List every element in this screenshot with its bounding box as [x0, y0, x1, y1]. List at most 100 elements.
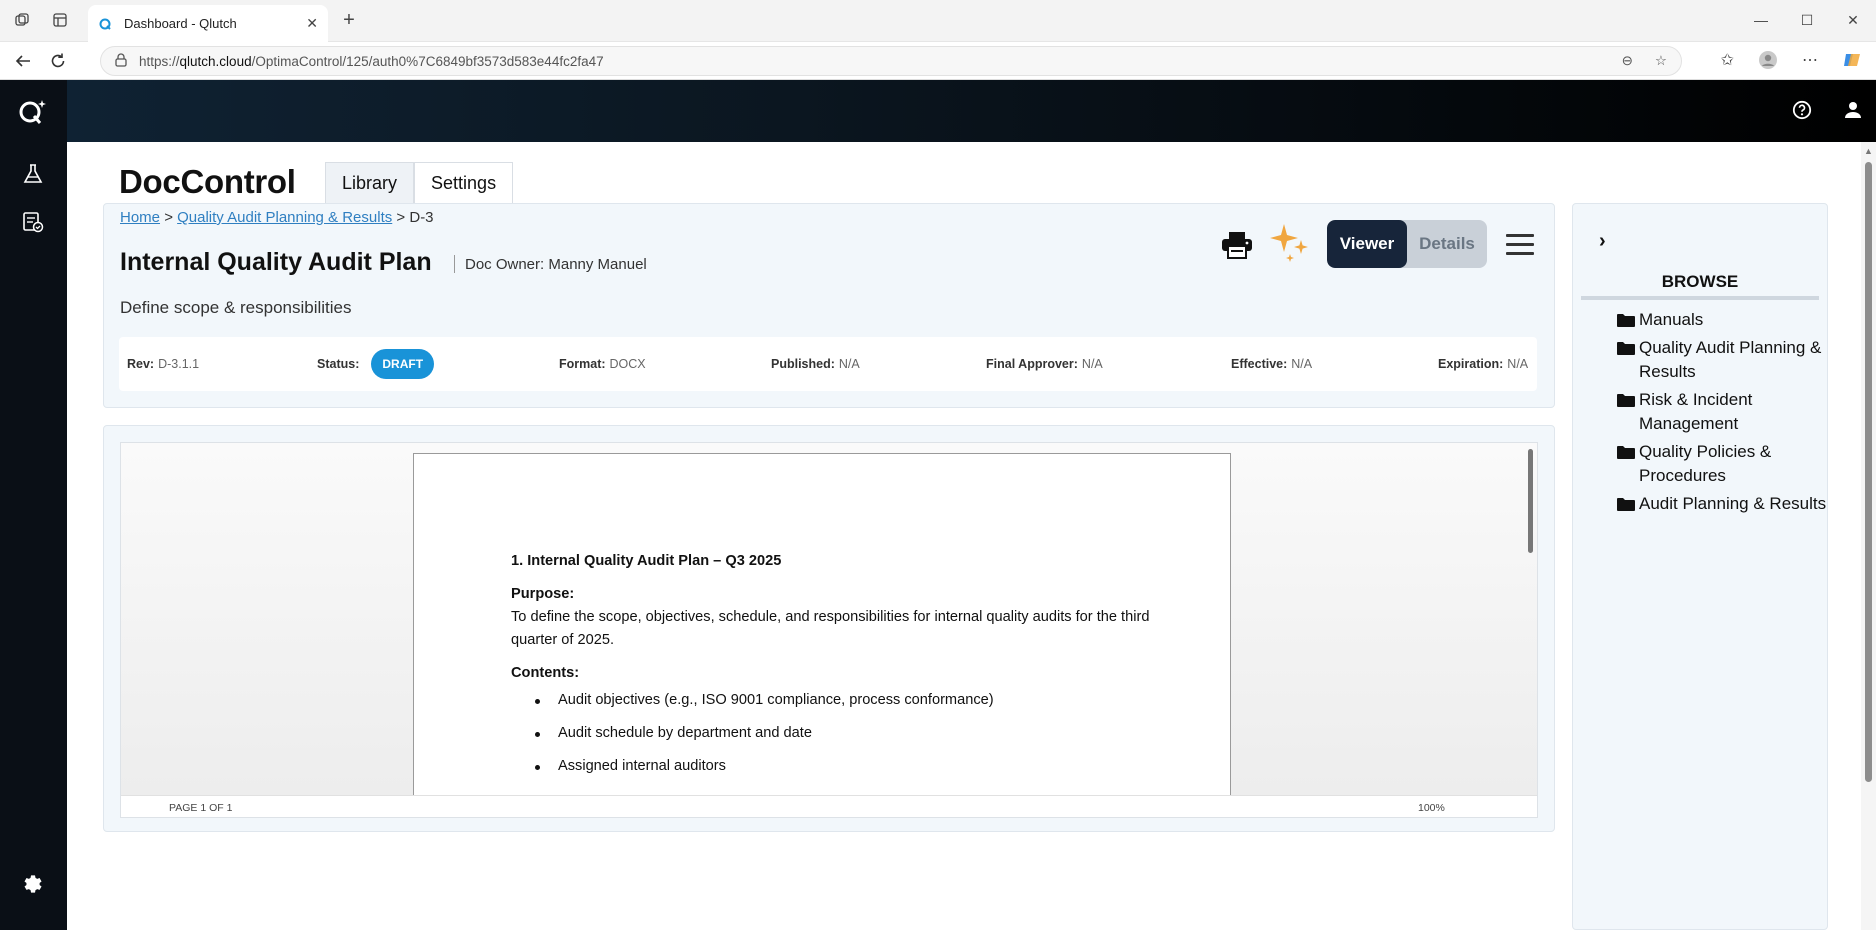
minimize-window-icon[interactable]: — [1738, 0, 1784, 40]
rev-value: D-3.1.1 [158, 357, 200, 371]
document-page: 1. Internal Quality Audit Plan – Q3 2025… [413, 453, 1231, 817]
close-window-icon[interactable]: ✕ [1830, 0, 1876, 40]
qlutch-logo-icon[interactable] [18, 97, 48, 127]
list-item: Assigned internal auditors [511, 755, 1151, 778]
document-owner-text: Doc Owner: Manny Manuel [465, 255, 647, 273]
folder-label: Quality Policies & Procedures [1639, 442, 1772, 485]
browser-tab-title: Dashboard - Qlutch [124, 16, 237, 31]
document-title: Internal Quality Audit Plan [120, 248, 432, 276]
folder-icon [1617, 498, 1635, 511]
favorites-icon[interactable]: ✩ [1721, 50, 1734, 75]
purpose-label: Purpose: [511, 586, 575, 602]
folder-item-risk-incident[interactable]: Risk & Incident Management [1617, 388, 1827, 436]
reader-options-icon[interactable]: ⊖ [1622, 53, 1633, 69]
browser-tab-dashboard[interactable]: Dashboard - Qlutch ✕ [88, 5, 328, 42]
app-topbar [67, 80, 1876, 142]
folder-item-manuals[interactable]: Manuals [1617, 308, 1827, 332]
status-label: Status: [317, 357, 360, 371]
final-approver-value: N/A [1081, 357, 1103, 371]
folder-icon [1617, 314, 1635, 327]
viewer-scrollbar[interactable] [1528, 449, 1533, 553]
folder-item-quality-audit-planning[interactable]: Quality Audit Planning & Results [1617, 336, 1827, 384]
final-approver-label: Final Approver: [986, 357, 1078, 371]
more-options-icon[interactable]: ⋯ [1802, 50, 1818, 75]
contents-list: Audit objectives (e.g., ISO 9001 complia… [511, 689, 1151, 778]
viewer-details-toggle: Viewer Details [1327, 220, 1487, 268]
url-field[interactable]: https://qlutch.cloud/OptimaControl/125/a… [100, 46, 1682, 76]
url-prefix: https:// [139, 53, 180, 69]
doc-control-icon[interactable] [18, 207, 48, 237]
page-indicator: PAGE 1 OF 1 [169, 802, 233, 814]
expiration-label: Expiration: [1438, 357, 1504, 371]
list-item: Audit objectives (e.g., ISO 9001 complia… [511, 689, 1151, 712]
settings-gear-icon[interactable] [21, 872, 45, 896]
ai-assist-button[interactable] [1268, 222, 1312, 266]
sparkles-icon [1270, 224, 1308, 262]
tab-library[interactable]: Library [325, 162, 415, 204]
document-owner: Doc Owner: Manny Manuel [454, 255, 647, 273]
user-account-icon[interactable] [1841, 98, 1865, 122]
favorite-star-icon[interactable]: ☆ [1655, 53, 1667, 69]
back-icon[interactable] [12, 50, 34, 72]
doc-heading: 1. Internal Quality Audit Plan – Q3 2025 [511, 553, 782, 569]
document-metadata-bar: Rev: D-3.1.1 Status: DRAFT Format: DOCX Pub… [119, 337, 1537, 391]
app-sidebar [0, 80, 67, 930]
viewer-footer: PAGE 1 OF 1 100% [121, 795, 1537, 817]
new-tab-button[interactable]: + [336, 9, 362, 33]
format-value: DOCX [609, 357, 646, 371]
breadcrumb-home-link[interactable]: Home [120, 209, 160, 226]
help-icon[interactable] [1790, 98, 1814, 122]
tab-settings[interactable]: Settings [414, 162, 514, 204]
zoom-level: 100% [1418, 802, 1445, 814]
document-description: Define scope & responsibilities [120, 298, 352, 317]
status-badge: DRAFT [371, 349, 435, 379]
copilot-icon[interactable] [1842, 50, 1862, 75]
tab-actions-icon[interactable] [50, 10, 70, 30]
lock-icon[interactable] [115, 52, 127, 70]
folder-label: Manuals [1639, 310, 1704, 329]
folder-item-quality-policies[interactable]: Quality Policies & Procedures [1617, 440, 1827, 488]
format-label: Format: [559, 357, 606, 371]
hamburger-menu-icon[interactable] [1506, 234, 1534, 256]
print-button[interactable] [1220, 228, 1254, 262]
viewer-button[interactable]: Viewer [1327, 220, 1407, 268]
breadcrumb-parent-link[interactable]: Quality Audit Planning & Results [177, 209, 392, 226]
breadcrumb-current: D-3 [409, 209, 434, 226]
browse-heading: BROWSE [1581, 272, 1819, 300]
folder-item-audit-planning[interactable]: Audit Planning & Results [1617, 492, 1827, 516]
list-item: Audit schedule by department and date [511, 722, 1151, 745]
folder-icon [1617, 446, 1635, 459]
app-title: DocControl [119, 163, 296, 200]
page-scrollbar[interactable]: ▲ [1861, 142, 1876, 930]
effective-label: Effective: [1231, 357, 1288, 371]
url-path: /OptimaControl/125/auth0%7C6849bf3573d58… [251, 53, 604, 69]
contents-label: Contents: [511, 665, 580, 681]
breadcrumb-separator: > [396, 209, 406, 226]
folder-icon [1617, 394, 1635, 407]
document-body: 1. Internal Quality Audit Plan – Q3 2025… [511, 550, 1151, 788]
folder-list: Manuals Quality Audit Planning & Results… [1617, 308, 1827, 520]
details-button[interactable]: Details [1407, 220, 1487, 268]
browse-panel: › BROWSE Manuals Quality Audit Planning … [1572, 203, 1828, 930]
workspaces-icon[interactable] [12, 10, 32, 30]
published-value: N/A [838, 357, 860, 371]
effective-value: N/A [1291, 357, 1313, 371]
folder-label: Quality Audit Planning & Results [1639, 338, 1822, 381]
app-tabs: Library Settings [325, 162, 514, 204]
breadcrumb: Home > Quality Audit Planning & Results … [120, 209, 434, 226]
url-domain: qlutch.cloud [179, 53, 252, 69]
address-bar-row: https://qlutch.cloud/OptimaControl/125/a… [0, 42, 1876, 80]
published-label: Published: [771, 357, 835, 371]
refresh-icon[interactable] [47, 50, 69, 72]
qlutch-favicon-icon [98, 16, 114, 32]
breadcrumb-separator: > [164, 209, 173, 226]
close-tab-icon[interactable]: ✕ [306, 15, 318, 32]
chevron-right-icon[interactable]: › [1599, 230, 1606, 253]
expiration-value: N/A [1507, 357, 1529, 371]
lab-flask-icon[interactable] [18, 159, 48, 189]
document-viewer[interactable]: 1. Internal Quality Audit Plan – Q3 2025… [120, 442, 1538, 818]
maximize-window-icon[interactable]: ☐ [1784, 0, 1830, 40]
profile-icon[interactable] [1758, 50, 1778, 75]
browser-tab-strip: Dashboard - Qlutch ✕ + — ☐ ✕ [0, 0, 1876, 42]
folder-icon [1617, 342, 1635, 355]
